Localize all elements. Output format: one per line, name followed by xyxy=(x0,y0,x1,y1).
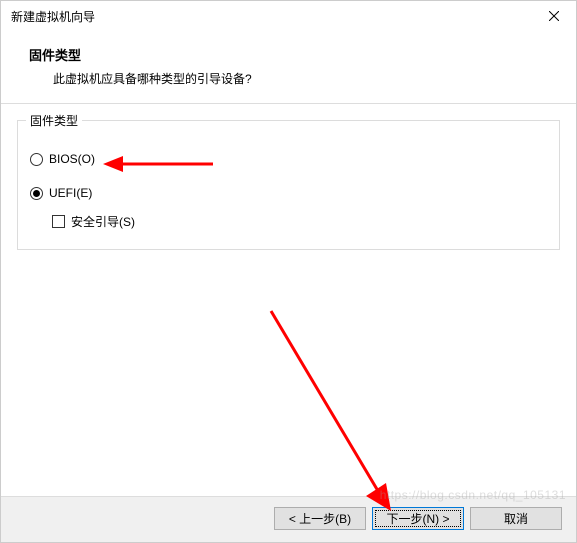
radio-uefi[interactable]: UEFI(E) xyxy=(30,183,547,203)
cancel-button[interactable]: 取消 xyxy=(470,507,562,530)
radio-bios-label: BIOS(O) xyxy=(49,152,95,166)
back-button[interactable]: < 上一步(B) xyxy=(274,507,366,530)
radio-uefi-label: UEFI(E) xyxy=(49,186,92,200)
firmware-type-group: 固件类型 BIOS(O) UEFI(E) 安全引导(S) xyxy=(17,120,560,250)
checkbox-secure-boot-label: 安全引导(S) xyxy=(71,213,135,230)
group-legend: 固件类型 xyxy=(26,112,82,129)
close-button[interactable] xyxy=(531,1,576,31)
checkbox-secure-boot[interactable]: 安全引导(S) xyxy=(52,211,547,231)
close-icon xyxy=(549,11,559,21)
window-title: 新建虚拟机向导 xyxy=(11,8,95,25)
wizard-header: 固件类型 此虚拟机应具备哪种类型的引导设备? xyxy=(1,31,576,103)
radio-icon xyxy=(30,153,43,166)
radio-bios[interactable]: BIOS(O) xyxy=(30,149,547,169)
radio-icon xyxy=(30,187,43,200)
wizard-dialog: 新建虚拟机向导 固件类型 此虚拟机应具备哪种类型的引导设备? 固件类型 BIOS… xyxy=(0,0,577,543)
checkbox-icon xyxy=(52,215,65,228)
page-title: 固件类型 xyxy=(29,45,548,64)
button-bar: < 上一步(B) 下一步(N) > 取消 xyxy=(1,496,576,542)
page-subtitle: 此虚拟机应具备哪种类型的引导设备? xyxy=(53,70,548,87)
watermark: https://blog.csdn.net/qq_105131 xyxy=(380,488,566,502)
next-button[interactable]: 下一步(N) > xyxy=(372,507,464,530)
titlebar: 新建虚拟机向导 xyxy=(1,1,576,31)
wizard-content: 固件类型 BIOS(O) UEFI(E) 安全引导(S) xyxy=(1,104,576,496)
